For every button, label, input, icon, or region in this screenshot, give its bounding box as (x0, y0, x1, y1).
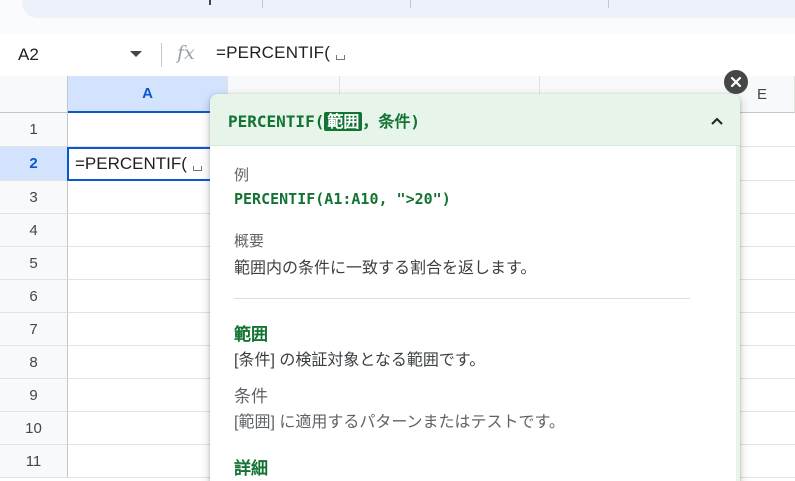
row-header-1[interactable]: 1 (0, 113, 68, 147)
row-number: 7 (29, 320, 38, 338)
argument-placeholder-icon (192, 166, 202, 171)
argument-title-range: 範囲 (234, 325, 268, 344)
row-header-2[interactable]: 2 (0, 147, 68, 181)
row-header-8[interactable]: 8 (0, 346, 68, 379)
row-number: 5 (29, 254, 38, 272)
row-number: 2 (29, 155, 38, 172)
formula-help-header[interactable]: PERCENTIF(範囲 ，条件) (210, 94, 740, 146)
argument-name: 条件 (378, 112, 411, 131)
row-header-9[interactable]: 9 (0, 379, 68, 412)
name-box-dropdown-icon[interactable] (130, 51, 142, 57)
chevron-up-icon[interactable] (707, 111, 727, 131)
row-header-5[interactable]: 5 (0, 247, 68, 280)
toolbar (0, 0, 795, 34)
formula-bar-divider (161, 43, 162, 67)
active-cell-editor[interactable]: =PERCENTIF( (67, 147, 227, 181)
column-header-label: A (142, 85, 153, 102)
close-help-button[interactable] (724, 70, 748, 94)
row-number: 6 (29, 287, 38, 305)
toolbar-pill (22, 0, 795, 18)
close-icon (730, 76, 742, 88)
row-header-3[interactable]: 3 (0, 181, 68, 214)
row-number: 3 (29, 188, 38, 206)
cell-editor-value: =PERCENTIF( (75, 154, 187, 173)
popup-side-border (736, 146, 740, 481)
row-header-6[interactable]: 6 (0, 280, 68, 313)
row-number: 11 (25, 452, 42, 470)
fx-icon: fx (177, 42, 195, 64)
summary-label: 概要 (234, 233, 265, 250)
toolbar-button-edge[interactable] (209, 0, 211, 5)
formula-help-popup: PERCENTIF(範囲 ，条件) 例 PERCENTIF(A1:A10, ">2… (210, 94, 740, 481)
formula-input-value: =PERCENTIF( (216, 43, 331, 62)
toolbar-separator (608, 0, 609, 8)
function-name: PERCENTIF( (228, 112, 325, 131)
active-argument: 範囲 (324, 112, 363, 131)
toolbar-separator (410, 0, 411, 8)
example-formula: PERCENTIF(A1:A10, ">20") (234, 190, 451, 208)
section-divider (234, 298, 690, 299)
argument-description-range: [条件] の検証対象となる範囲です。 (234, 352, 486, 369)
row-number: 4 (29, 221, 38, 239)
summary-text: 範囲内の条件に一致する割合を返します。 (234, 260, 537, 277)
row-header-10[interactable]: 10 (0, 412, 68, 445)
argument-description-criterion: [範囲] に適用するパターンまたはテストです。 (234, 414, 565, 431)
row-header-7[interactable]: 7 (0, 313, 68, 346)
row-number: 9 (29, 386, 38, 404)
toolbar-separator (262, 0, 263, 8)
cell-editor-text: =PERCENTIF( (75, 154, 202, 174)
row-header-11[interactable]: 11 (0, 445, 68, 478)
formula-input[interactable]: =PERCENTIF( (216, 43, 346, 63)
row-number: 1 (29, 121, 38, 138)
name-box-value: A2 (18, 45, 39, 64)
formula-bar: A2 fx =PERCENTIF( (0, 34, 795, 76)
row-number: 8 (29, 353, 38, 371)
column-header-a[interactable]: A (68, 76, 228, 113)
argument-placeholder-icon (336, 55, 346, 60)
argument-title-criterion: 条件 (234, 387, 268, 406)
formula-help-body: 例 PERCENTIF(A1:A10, ">20") 概要 範囲内の条件に一致す… (210, 146, 740, 481)
argument-separator: ， (362, 112, 379, 131)
column-header-label: E (756, 85, 767, 103)
closing-paren: ) (410, 112, 421, 131)
example-label: 例 (234, 167, 250, 184)
details-link[interactable]: 詳細 (234, 454, 268, 479)
function-signature: PERCENTIF(範囲 ，条件) (228, 108, 420, 132)
row-number: 10 (25, 419, 42, 437)
select-all-corner[interactable] (0, 76, 68, 113)
row-header-4[interactable]: 4 (0, 214, 68, 247)
